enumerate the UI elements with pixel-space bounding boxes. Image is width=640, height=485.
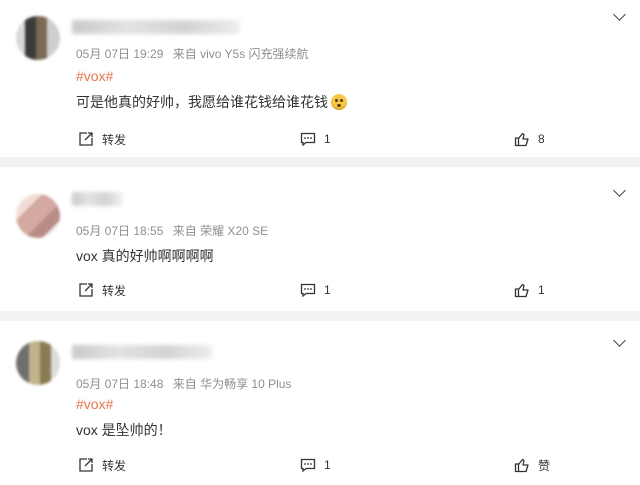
like-button[interactable]: 1 (514, 278, 545, 302)
action-bar: 转发 1 赞 (0, 453, 640, 477)
username-blurred[interactable] (72, 192, 122, 206)
comment-count: 1 (324, 458, 331, 472)
repost-button[interactable]: 转发 (78, 127, 126, 151)
comment-date: 05月 07日 18:55 (76, 224, 164, 238)
like-count: 1 (538, 283, 545, 297)
comment-feed: 05月 07日 19:29 来自 vivo Y5s 闪充强续航 #vox# 可是… (0, 0, 640, 485)
repost-icon (78, 131, 94, 147)
repost-label: 转发 (102, 132, 127, 147)
repost-label: 转发 (102, 458, 127, 473)
comment-button[interactable]: 1 (300, 127, 331, 151)
like-icon (514, 282, 530, 298)
like-icon (514, 457, 530, 473)
comment-device: 来自 华为畅享 10 Plus (172, 377, 292, 391)
topic-tag[interactable]: #vox# (76, 396, 113, 412)
comment-button[interactable]: 1 (300, 453, 331, 477)
comment-meta: 05月 07日 18:48 来自 华为畅享 10 Plus (76, 375, 297, 392)
repost-icon (78, 457, 94, 473)
repost-icon (78, 282, 94, 298)
comment-text: vox 是坠帅的！ (76, 422, 172, 438)
comment-card: 05月 07日 18:55 来自 荣耀 X20 SE vox 真的好帅啊啊啊啊 … (0, 167, 640, 311)
comment-meta: 05月 07日 18:55 来自 荣耀 X20 SE (76, 222, 274, 239)
comment-button[interactable]: 1 (300, 278, 331, 302)
comment-icon (300, 282, 316, 298)
emoji-icon (331, 94, 347, 110)
like-button[interactable]: 赞 (514, 453, 550, 477)
repost-label: 转发 (102, 283, 127, 298)
comment-device: 来自 荣耀 X20 SE (172, 224, 269, 238)
avatar[interactable] (16, 16, 60, 60)
comment-meta: 05月 07日 19:29 来自 vivo Y5s 闪充强续航 (76, 45, 315, 62)
username-blurred[interactable] (72, 20, 240, 34)
action-bar: 转发 1 1 (0, 278, 640, 302)
chevron-down-icon[interactable] (613, 8, 626, 21)
comment-icon (300, 131, 316, 147)
comment-count: 1 (324, 283, 331, 297)
username-blurred[interactable] (72, 345, 212, 359)
comment-text-row: 可是他真的好帅，我愿给谁花钱给谁花钱 (76, 92, 347, 112)
repost-button[interactable]: 转发 (78, 453, 126, 477)
repost-button[interactable]: 转发 (78, 278, 126, 302)
avatar[interactable] (16, 341, 60, 385)
comment-card: 05月 07日 18:48 来自 华为畅享 10 Plus #vox# vox … (0, 321, 640, 485)
like-count: 赞 (538, 458, 551, 473)
comment-date: 05月 07日 18:48 (76, 377, 164, 391)
like-icon (514, 131, 530, 147)
comment-device: 来自 vivo Y5s 闪充强续航 (172, 47, 309, 61)
topic-tag[interactable]: #vox# (76, 68, 113, 84)
comment-text: vox 真的好帅啊啊啊啊 (76, 248, 214, 264)
comment-icon (300, 457, 316, 473)
comment-date: 05月 07日 19:29 (76, 47, 164, 61)
avatar[interactable] (16, 194, 60, 238)
chevron-down-icon[interactable] (613, 334, 626, 347)
like-count: 8 (538, 132, 545, 146)
action-bar: 转发 1 8 (0, 127, 640, 151)
comment-count: 1 (324, 132, 331, 146)
comment-card: 05月 07日 19:29 来自 vivo Y5s 闪充强续航 #vox# 可是… (0, 0, 640, 157)
comment-text: 可是他真的好帅，我愿给谁花钱给谁花钱 (76, 94, 328, 110)
like-button[interactable]: 8 (514, 127, 545, 151)
chevron-down-icon[interactable] (613, 184, 626, 197)
